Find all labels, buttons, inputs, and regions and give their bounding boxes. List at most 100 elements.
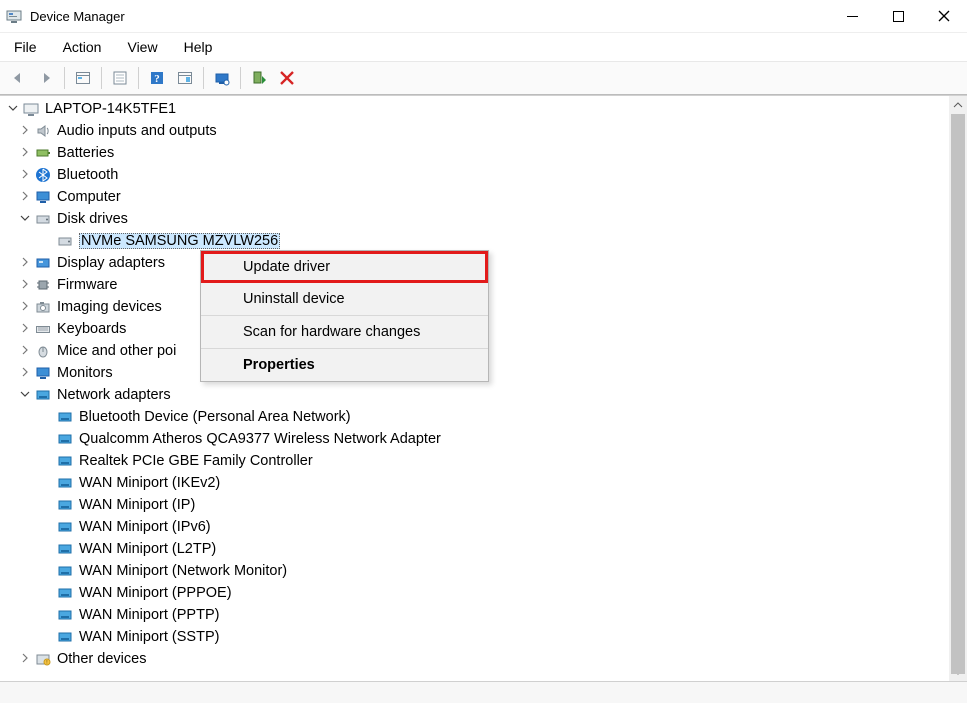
scroll-up-arrow[interactable] [949, 96, 967, 114]
tree-item-net[interactable]: ·WAN Miniport (IP) [0, 494, 949, 516]
scrollbar-track[interactable] [949, 114, 967, 663]
tree-item-label: WAN Miniport (PPPOE) [79, 585, 232, 601]
tree-item-label: NVMe SAMSUNG MZVLW256 [79, 233, 280, 249]
expand-icon[interactable] [18, 191, 32, 204]
tree-item-net[interactable]: ·WAN Miniport (PPPOE) [0, 582, 949, 604]
tree-item-computer[interactable]: Computer [0, 186, 949, 208]
tree-item-bluetooth[interactable]: Bluetooth [0, 164, 949, 186]
tree-item-label: Realtek PCIe GBE Family Controller [79, 453, 313, 469]
tree-item-net[interactable]: ·WAN Miniport (IKEv2) [0, 472, 949, 494]
network-adapter-icon [56, 606, 74, 624]
tree-item-label: WAN Miniport (Network Monitor) [79, 563, 287, 579]
expand-icon[interactable] [18, 345, 32, 358]
tree-item-keyboards[interactable]: Keyboards [0, 318, 218, 340]
menu-item-properties[interactable]: Properties [201, 349, 488, 381]
menu-item-uninstall-device[interactable]: Uninstall device [201, 283, 488, 315]
tree-item-label: Bluetooth Device (Personal Area Network) [79, 409, 351, 425]
menu-item-label: Update driver [243, 259, 330, 275]
expand-icon[interactable] [18, 367, 32, 380]
network-adapter-icon [56, 474, 74, 492]
svg-text:?: ? [154, 73, 160, 85]
network-adapter-icon [56, 430, 74, 448]
back-button[interactable] [4, 65, 32, 91]
tree-item-firmware[interactable]: Firmware [0, 274, 218, 296]
menu-file[interactable]: File [10, 37, 41, 57]
collapse-icon[interactable] [6, 103, 20, 116]
expand-icon[interactable] [18, 323, 32, 336]
device-tree[interactable]: LAPTOP-14K5TFE1 Audio inputs and outputs… [0, 96, 949, 681]
update-driver-button[interactable] [245, 65, 273, 91]
tree-item-label: Batteries [57, 145, 114, 161]
menu-action[interactable]: Action [59, 37, 106, 57]
collapse-icon[interactable] [18, 213, 32, 226]
tree-item-disk-drives[interactable]: Disk drives [0, 208, 949, 230]
action-center-button[interactable] [171, 65, 199, 91]
tree-item-label: Disk drives [57, 211, 128, 227]
monitor-icon [34, 364, 52, 382]
expand-icon[interactable] [18, 147, 32, 160]
menu-bar: File Action View Help [0, 33, 967, 61]
tree-item-label: LAPTOP-14K5TFE1 [45, 101, 176, 117]
expand-icon[interactable] [18, 257, 32, 270]
expand-icon[interactable] [18, 301, 32, 314]
computer-icon [34, 188, 52, 206]
vertical-scrollbar[interactable] [949, 96, 967, 681]
tree-item-label: WAN Miniport (IPv6) [79, 519, 211, 535]
mouse-icon [34, 342, 52, 360]
speaker-icon [34, 122, 52, 140]
expand-icon[interactable] [18, 279, 32, 292]
tree-item-net[interactable]: ·WAN Miniport (SSTP) [0, 626, 949, 648]
maximize-button[interactable] [875, 0, 921, 32]
menu-item-update-driver[interactable]: Update driver [201, 251, 488, 283]
tree-item-mice[interactable]: Mice and other poi [0, 340, 218, 362]
tree-item-network-adapters[interactable]: Network adapters [0, 384, 949, 406]
show-hide-tree-button[interactable] [69, 65, 97, 91]
network-adapter-icon [56, 518, 74, 536]
battery-icon [34, 144, 52, 162]
network-adapter-icon [56, 408, 74, 426]
tree-item-net[interactable]: ·WAN Miniport (IPv6) [0, 516, 949, 538]
tree-item-net[interactable]: ·Qualcomm Atheros QCA9377 Wireless Netwo… [0, 428, 949, 450]
menu-view[interactable]: View [123, 37, 161, 57]
network-adapter-icon [56, 584, 74, 602]
menu-item-scan-hardware[interactable]: Scan for hardware changes [201, 316, 488, 348]
uninstall-button[interactable] [273, 65, 301, 91]
tree-item-monitors[interactable]: Monitors [0, 362, 218, 384]
network-adapter-icon [56, 628, 74, 646]
tree-item-audio[interactable]: Audio inputs and outputs [0, 120, 949, 142]
minimize-button[interactable] [829, 0, 875, 32]
tree-item-display-adapters[interactable]: Display adapters [0, 252, 218, 274]
collapse-icon[interactable] [18, 389, 32, 402]
tree-item-imaging-devices[interactable]: Imaging devices [0, 296, 218, 318]
tree-item-label: Imaging devices [57, 299, 162, 315]
scan-hardware-button[interactable] [208, 65, 236, 91]
tree-item-net[interactable]: ·WAN Miniport (PPTP) [0, 604, 949, 626]
tree-item-nvme[interactable]: · NVMe SAMSUNG MZVLW256 [0, 230, 949, 252]
tree-item-net[interactable]: ·Bluetooth Device (Personal Area Network… [0, 406, 949, 428]
drive-icon [56, 232, 74, 250]
expand-icon[interactable] [18, 653, 32, 666]
expand-icon[interactable] [18, 125, 32, 138]
tree-item-net[interactable]: ·Realtek PCIe GBE Family Controller [0, 450, 949, 472]
tree-item-other-devices[interactable]: ! Other devices [0, 648, 949, 670]
computer-root-icon [22, 100, 40, 118]
tree-root[interactable]: LAPTOP-14K5TFE1 [0, 98, 949, 120]
drive-icon [34, 210, 52, 228]
close-button[interactable] [921, 0, 967, 32]
tree-item-net[interactable]: ·WAN Miniport (L2TP) [0, 538, 949, 560]
tree-item-label: Bluetooth [57, 167, 118, 183]
network-adapter-icon [56, 496, 74, 514]
scrollbar-thumb[interactable] [951, 114, 965, 674]
tree-item-label: Mice and other poi [57, 343, 176, 359]
tree-item-net[interactable]: ·WAN Miniport (Network Monitor) [0, 560, 949, 582]
tree-item-batteries[interactable]: Batteries [0, 142, 949, 164]
expand-icon[interactable] [18, 169, 32, 182]
forward-button[interactable] [32, 65, 60, 91]
properties-button[interactable] [106, 65, 134, 91]
menu-help[interactable]: Help [180, 37, 217, 57]
network-adapter-icon [34, 386, 52, 404]
tree-item-label: WAN Miniport (IP) [79, 497, 195, 513]
menu-item-label: Scan for hardware changes [243, 324, 420, 340]
help-button[interactable]: ? [143, 65, 171, 91]
tree-item-label: Network adapters [57, 387, 171, 403]
